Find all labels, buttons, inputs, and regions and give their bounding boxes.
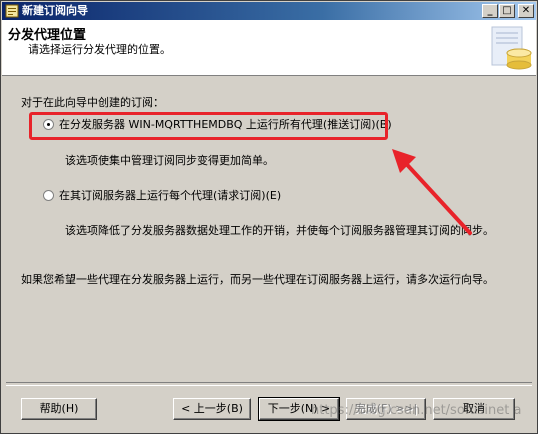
annotation-arrow (392, 149, 472, 235)
annotation-highlight-box (29, 112, 388, 140)
help-button[interactable]: 帮助(H) (21, 398, 97, 420)
maximize-button[interactable]: □ (499, 4, 515, 18)
title-bar[interactable]: 新建订阅向导 _ □ ✕ (2, 2, 536, 20)
pull-subscription-radio[interactable] (43, 190, 54, 201)
close-button[interactable]: ✕ (518, 4, 534, 18)
footer-divider (6, 382, 532, 386)
section-label: 对于在此向导中创建的订阅： (21, 96, 164, 109)
database-cylinder-icon (491, 26, 532, 70)
multiple-run-note: 如果您希望一些代理在分发服务器上运行，而另一些代理在订阅服务器上运行，请多次运行… (21, 273, 494, 286)
minimize-button[interactable]: _ (482, 4, 498, 18)
wizard-window: 新建订阅向导 _ □ ✕ 分发代理位置 请选择运行分发代理的位置。 对于在此向导… (0, 0, 538, 434)
page-subtitle: 请选择运行分发代理的位置。 (28, 43, 171, 56)
back-button[interactable]: < 上一步(B) (173, 398, 251, 420)
wizard-app-icon (5, 4, 19, 18)
pull-subscription-option[interactable]: 在其订阅服务器上运行每个代理(请求订阅)(E) (43, 189, 281, 203)
pull-subscription-label: 在其订阅服务器上运行每个代理(请求订阅)(E) (59, 189, 282, 202)
push-subscription-description: 该选项使集中管理订阅同步变得更加简单。 (65, 154, 274, 167)
window-title: 新建订阅向导 (22, 4, 88, 17)
wizard-header: 分发代理位置 请选择运行分发代理的位置。 (2, 20, 536, 76)
watermark-text: https://blog.csdn.net/sofusinet a (311, 403, 522, 418)
